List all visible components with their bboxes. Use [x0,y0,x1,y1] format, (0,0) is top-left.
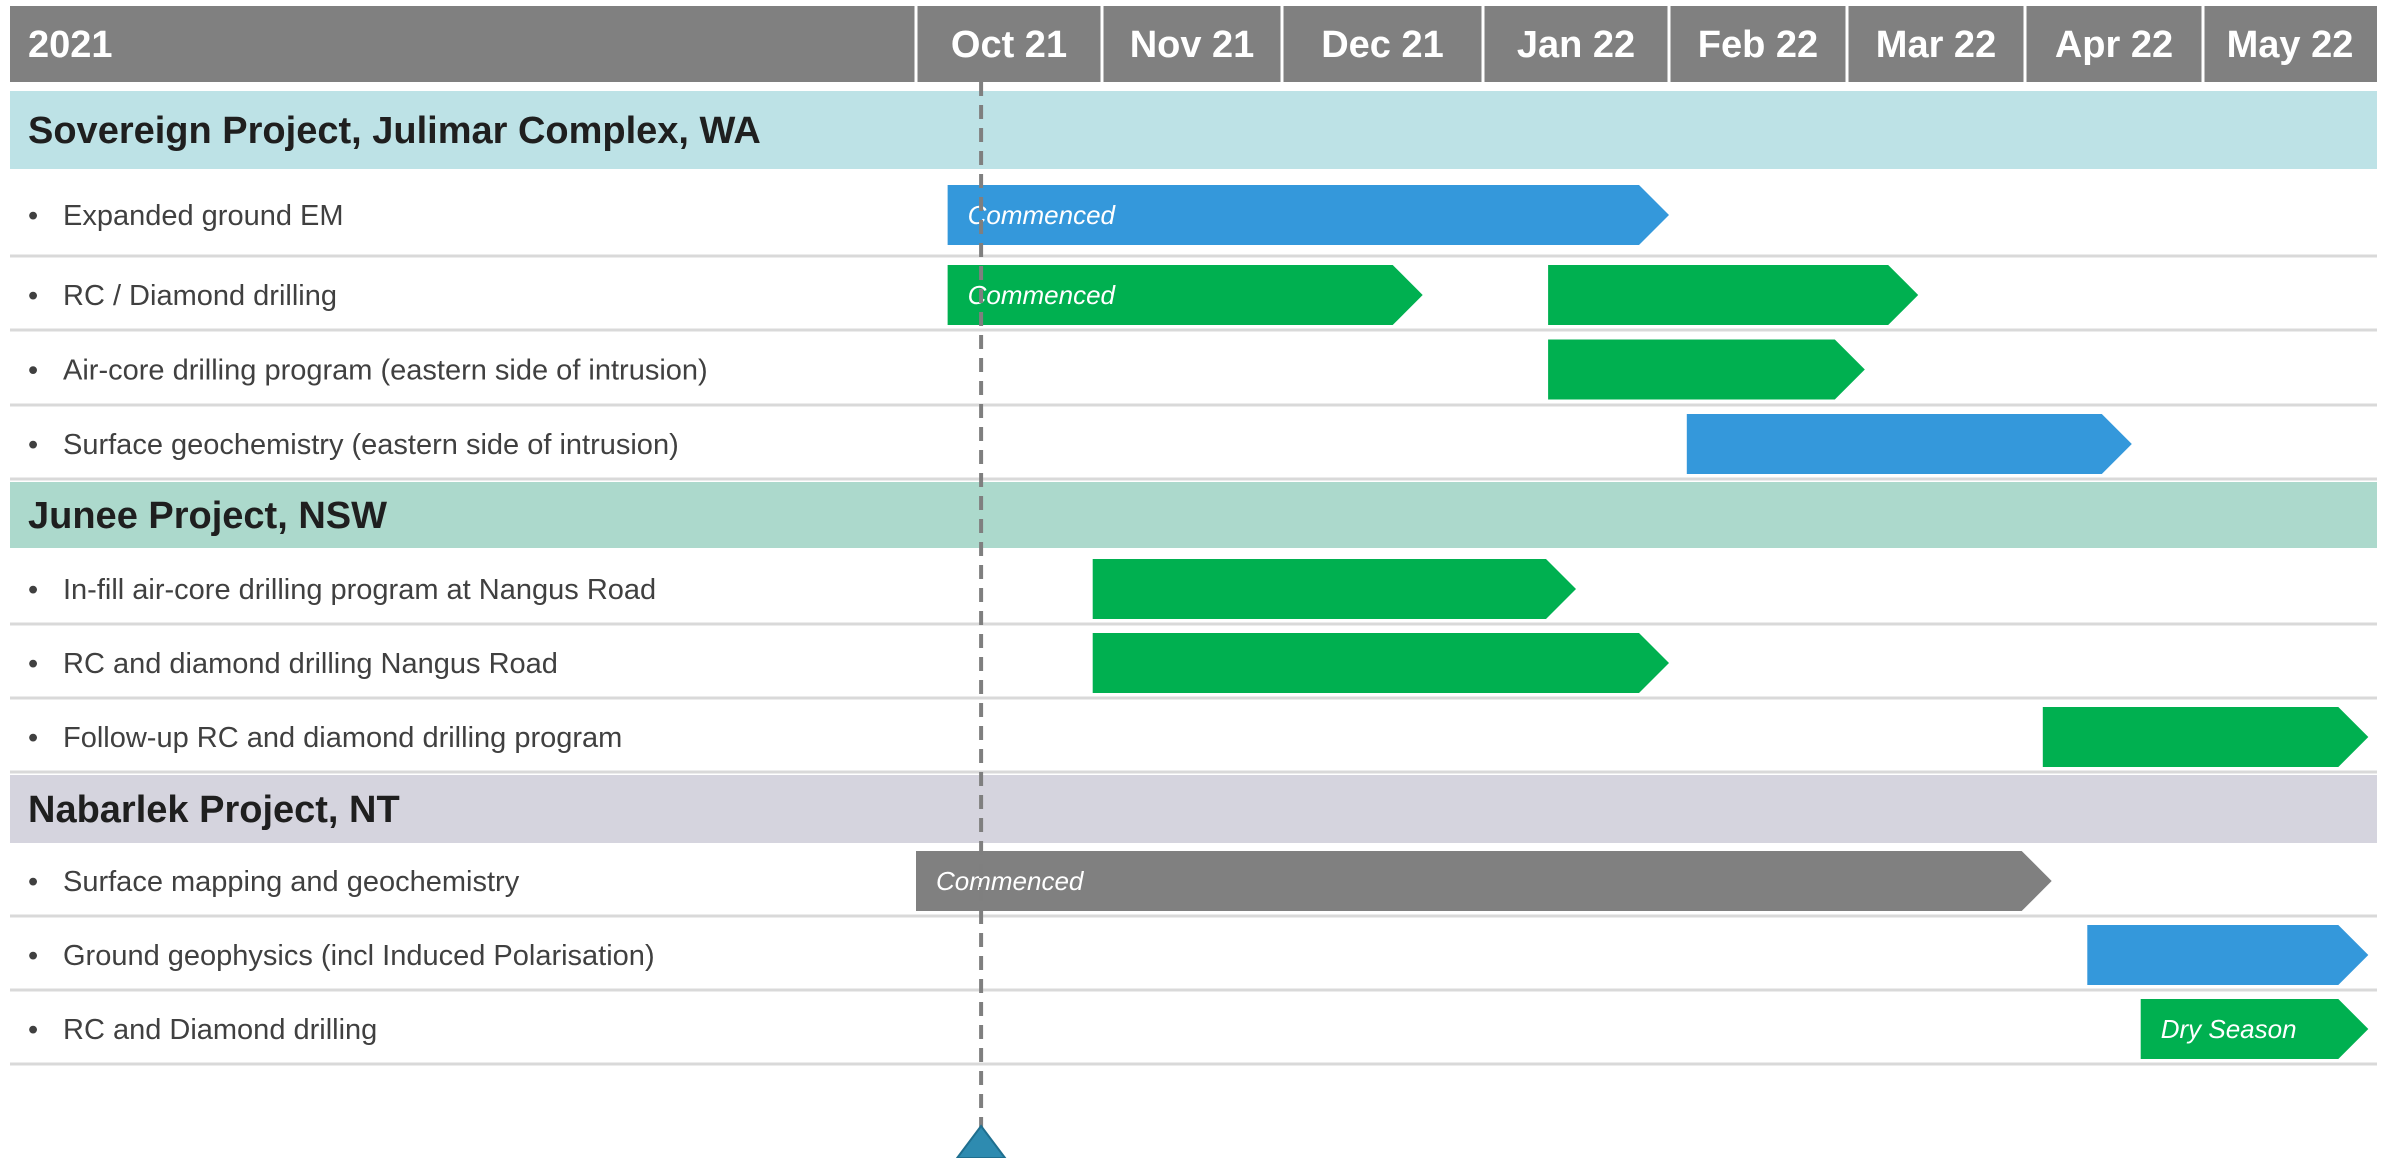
task-label: Ground geophysics (incl Induced Polarisa… [63,940,655,972]
task-bar [1092,559,1576,619]
month-label: Feb 22 [1698,24,1818,66]
task-label: Follow-up RC and diamond drilling progra… [63,722,622,754]
today-marker-triangle-icon [955,1124,1007,1158]
task-label: In-fill air-core drilling program at Nan… [63,574,656,606]
bar-label: Commenced [936,866,1085,896]
bullet-icon: • [28,574,38,606]
task-label: RC and diamond drilling Nangus Road [63,648,558,680]
bullet-icon: • [28,355,38,387]
section-title: Nabarlek Project, NT [28,789,400,831]
bullet-icon: • [28,280,38,312]
task-bar [1092,633,1669,693]
month-label: May 22 [2227,24,2354,66]
month-label: Apr 22 [2055,24,2173,66]
bar-label: Commenced [968,200,1117,230]
task-bar [1548,339,1865,400]
month-label: Oct 21 [951,24,1067,66]
bullet-icon: • [28,866,38,898]
bullet-icon: • [28,648,38,680]
task-label: Surface geochemistry (eastern side of in… [63,429,679,461]
task-label: Surface mapping and geochemistry [63,866,520,898]
bar-label: Dry Season [2161,1014,2297,1044]
section-title: Junee Project, NSW [28,495,387,537]
month-label: Nov 21 [1130,24,1255,66]
task-bar [916,851,2052,911]
month-label: Mar 22 [1876,24,1996,66]
gantt-chart: 2021 Oct 21 Nov 21 Dec 21 Jan 22 Feb 22 Mar 22… [10,6,2377,1158]
bar-label: Commenced [968,280,1117,310]
year-label: 2021 [28,24,113,66]
task-bar [2042,707,2369,767]
task-bar [1686,414,2132,474]
task-bar [2087,925,2369,985]
month-label: Dec 21 [1321,24,1444,66]
bullet-icon: • [28,200,38,232]
task-label: RC and Diamond drilling [63,1014,377,1046]
task-label: Expanded ground EM [63,200,344,232]
section-title: Sovereign Project, Julimar Complex, WA [28,110,761,152]
bullet-icon: • [28,722,38,754]
month-label: Jan 22 [1517,24,1635,66]
task-bar [1548,265,1919,325]
task-label: RC / Diamond drilling [63,280,337,312]
bullet-icon: • [28,940,38,972]
bullet-icon: • [28,429,38,461]
task-label: Air-core drilling program (eastern side … [63,355,708,387]
bullet-icon: • [28,1014,38,1046]
